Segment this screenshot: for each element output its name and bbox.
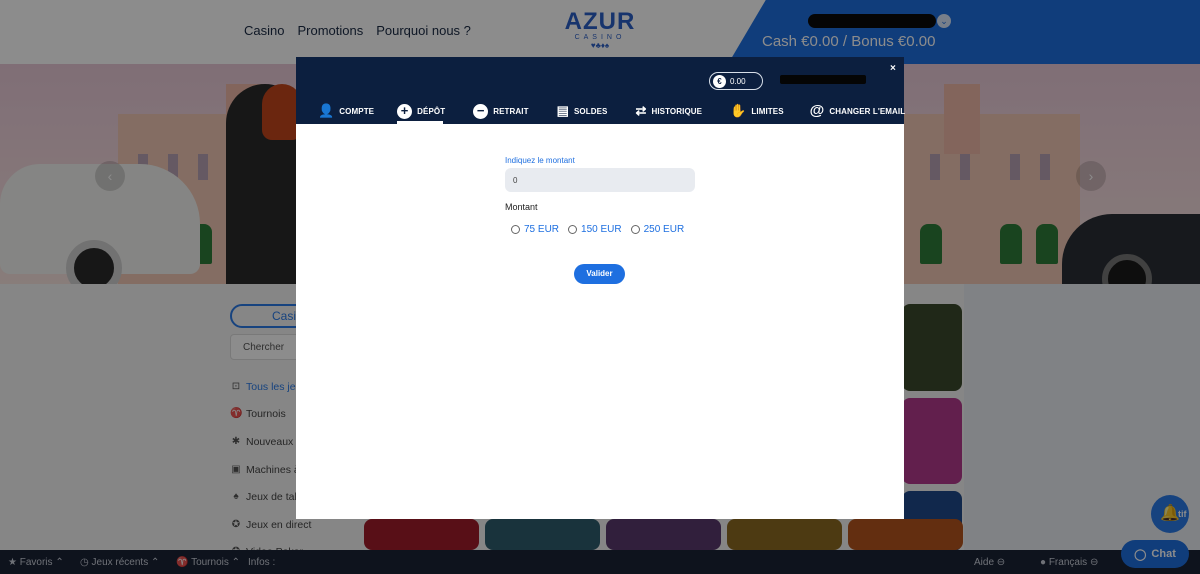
user-icon: 👤 — [318, 103, 335, 118]
radio-button[interactable] — [568, 225, 578, 234]
account-modal: × € 0.00 👤 COMPTE + DÉPÔT − RETRAIT ▤ SO… — [296, 57, 905, 519]
amount-input[interactable] — [505, 168, 695, 192]
at-icon: @ — [809, 102, 825, 119]
minus-circle-icon: − — [473, 103, 489, 119]
tab-limites[interactable]: ✋ LIMITES — [730, 104, 784, 118]
amount-options: 75 EUR 150 EUR 250 EUR — [511, 224, 684, 235]
montant-title: Montant — [505, 202, 538, 212]
tab-changer-email[interactable]: @ CHANGER L'EMAIL — [809, 102, 906, 119]
tab-label: RETRAIT — [493, 106, 529, 116]
euro-icon: € — [713, 74, 726, 88]
tab-label: HISTORIQUE — [651, 106, 703, 116]
swap-arrows-icon: ⇄ — [635, 103, 647, 118]
plus-circle-icon: + — [397, 103, 413, 119]
option-label: 150 EUR — [581, 224, 622, 235]
balance-badge: € 0.00 — [709, 72, 763, 90]
tab-depot[interactable]: + DÉPÔT — [397, 103, 446, 119]
tab-historique[interactable]: ⇄ HISTORIQUE — [635, 104, 702, 118]
close-icon[interactable]: × — [890, 63, 896, 74]
tab-label: LIMITES — [751, 106, 784, 116]
tab-label: CHANGER L'EMAIL — [829, 106, 906, 116]
amount-option-75[interactable]: 75 EUR — [511, 224, 559, 235]
amount-option-150[interactable]: 150 EUR — [568, 224, 622, 235]
tab-label: DÉPÔT — [417, 106, 446, 116]
valider-button[interactable]: Valider — [574, 264, 625, 284]
tab-label: COMPTE — [339, 106, 375, 116]
option-label: 75 EUR — [524, 224, 560, 235]
account-tabs: 👤 COMPTE + DÉPÔT − RETRAIT ▤ SOLDES ⇄ HI… — [318, 102, 905, 120]
radio-button[interactable] — [630, 225, 640, 234]
amount-option-250[interactable]: 250 EUR — [630, 224, 685, 235]
radio-button[interactable] — [511, 225, 520, 234]
redacted-username — [780, 75, 866, 84]
coins-icon: ▤ — [556, 103, 569, 118]
tab-compte[interactable]: 👤 COMPTE — [318, 104, 374, 118]
tab-retrait[interactable]: − RETRAIT — [473, 103, 529, 119]
modal-header: × € 0.00 👤 COMPTE + DÉPÔT − RETRAIT ▤ SO… — [296, 57, 905, 124]
deposit-panel: Indiquez le montant Montant 75 EUR 150 E… — [296, 124, 904, 519]
tab-soldes[interactable]: ▤ SOLDES — [557, 104, 608, 118]
balance-value: 0.00 — [730, 76, 746, 86]
tab-label: SOLDES — [573, 106, 608, 116]
amount-label: Indiquez le montant — [505, 156, 575, 165]
option-label: 250 EUR — [643, 224, 685, 235]
hand-icon: ✋ — [730, 103, 747, 118]
